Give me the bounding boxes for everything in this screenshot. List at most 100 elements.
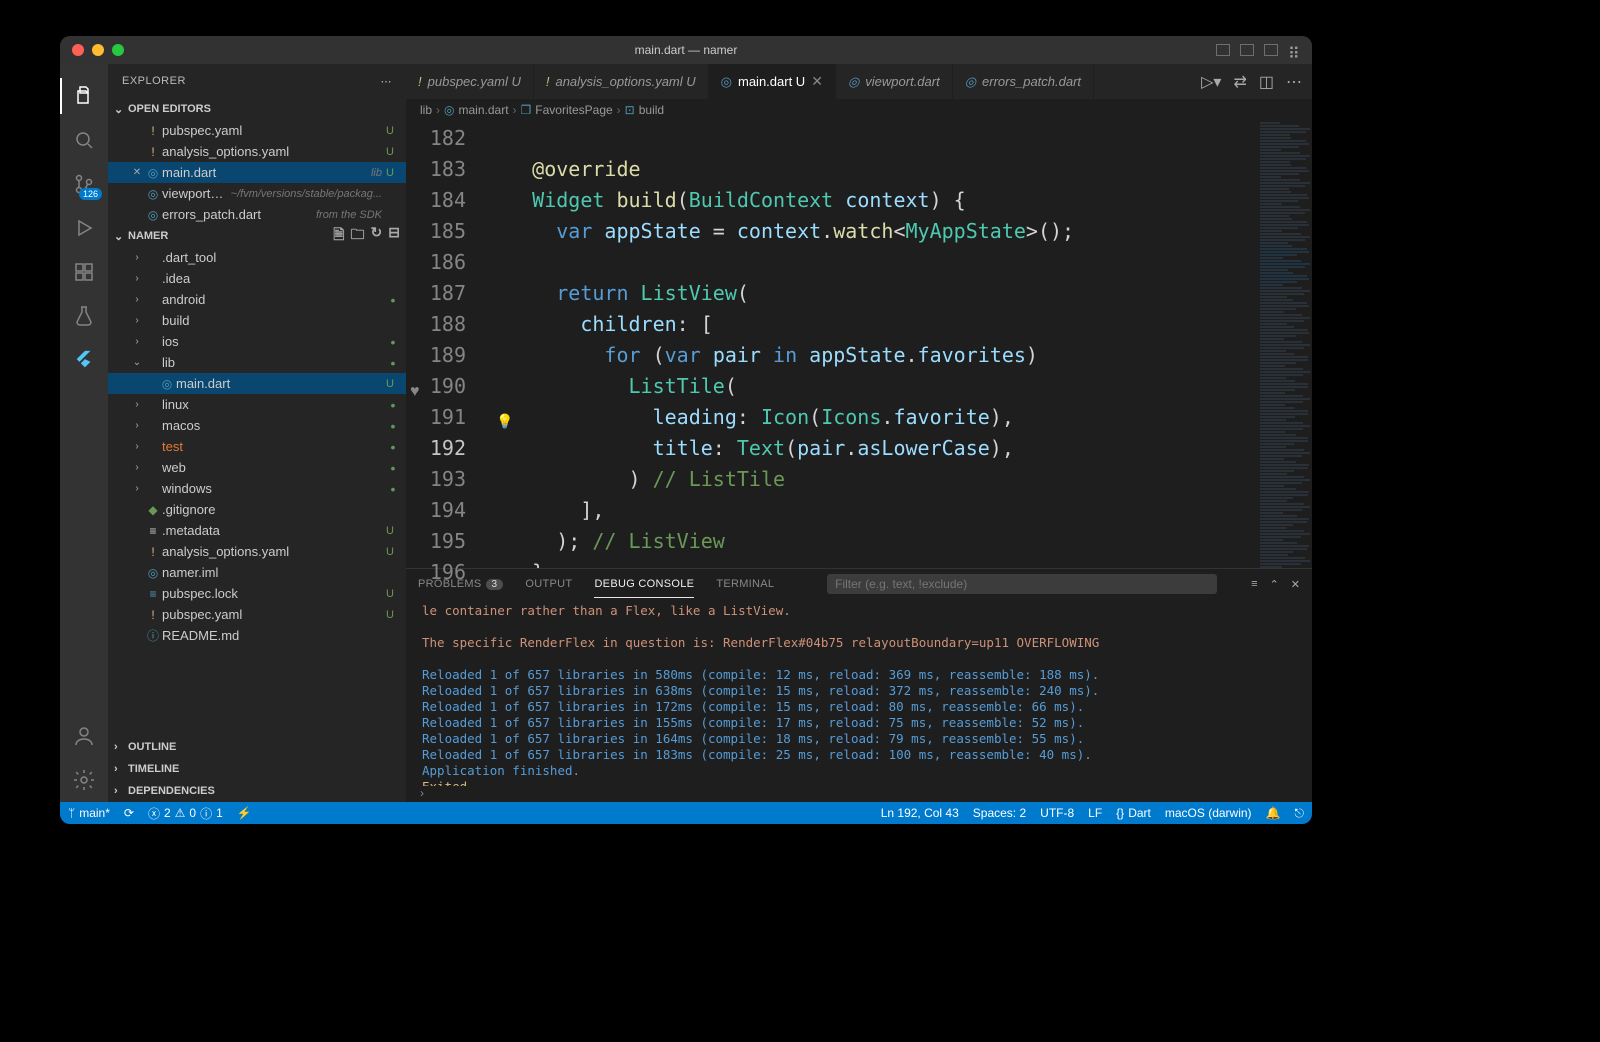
source-control-icon[interactable]: 126 [70,170,98,198]
layout-controls: ⠿ [1216,44,1302,56]
heart-gutter-icon[interactable]: ♥ [410,383,420,401]
activitybar: 126 [60,64,108,802]
open-editor-item[interactable]: ◎viewport.dart~/fvm/versions/stable/pack… [108,183,406,204]
tab-output[interactable]: OUTPUT [525,573,572,595]
tab-errors_patch-dart[interactable]: ◎errors_patch.dart [953,64,1094,99]
device-status[interactable]: macOS (darwin) [1165,806,1252,820]
file-item[interactable]: ≡pubspec.lockU [108,583,406,604]
debug-console-prompt[interactable]: › [406,786,1312,802]
toggle-panel-icon[interactable] [1240,44,1254,56]
folder-item[interactable]: ›web• [108,457,406,478]
tab-analysis_options-yaml[interactable]: !analysis_options.yaml U [534,64,709,99]
editor-more-icon[interactable]: ⋯ [1286,72,1302,92]
folder-item[interactable]: ›.idea [108,268,406,289]
notifications-icon[interactable]: 🔔 [1266,806,1281,820]
problems-status[interactable]: ⓧ 2 ⚠ 0 ⓘ 1 [148,805,223,822]
folder-item[interactable]: ›ios• [108,331,406,352]
tab-problems[interactable]: PROBLEMS3 [418,573,503,595]
breadcrumb-item[interactable]: FavoritesPage [535,103,612,117]
minimap[interactable] [1256,121,1312,568]
file-item[interactable]: !pubspec.yamlU [108,604,406,625]
split-editor-icon[interactable]: ◫ [1259,72,1274,92]
testing-icon[interactable] [70,302,98,330]
flutter-icon[interactable] [70,346,98,374]
scm-badge: 126 [79,188,102,200]
tabbar: !pubspec.yaml U!analysis_options.yaml U◎… [406,64,1312,99]
breadcrumb[interactable]: lib›◎main.dart›❐FavoritesPage›⊡build [406,99,1312,121]
branch-status[interactable]: ᛘ main* [68,806,110,820]
debug-devtools-icon[interactable]: ⇄ [1233,72,1246,92]
cursor-position[interactable]: Ln 192, Col 43 [881,806,959,820]
run-debug-icon[interactable] [70,214,98,242]
refresh-icon[interactable]: ↻ [371,224,383,248]
explorer-icon[interactable] [70,82,98,110]
tab-debug-console[interactable]: DEBUG CONSOLE [594,573,694,595]
folder-item[interactable]: ›linux• [108,394,406,415]
new-file-icon[interactable]: 🗎 [333,224,344,248]
open-editors-header[interactable]: ⌄OPEN EDITORS [108,98,406,120]
tab-terminal[interactable]: TERMINAL [716,573,774,595]
panel-maximize-icon[interactable]: ⌃ [1270,578,1279,591]
tab-viewport-dart[interactable]: ◎viewport.dart [836,64,953,99]
settings-gear-icon[interactable] [70,766,98,794]
folder-item[interactable]: ›android• [108,289,406,310]
dependencies-header[interactable]: ›DEPENDENCIES [108,780,406,802]
run-dropdown-icon[interactable]: ▷▾ [1201,72,1221,92]
panel-close-icon[interactable]: ✕ [1291,578,1300,591]
search-icon[interactable] [70,126,98,154]
sidebar-title: EXPLORER [122,75,186,87]
breadcrumb-item[interactable]: build [639,103,664,117]
folder-item[interactable]: ⌄lib• [108,352,406,373]
accounts-icon[interactable] [70,722,98,750]
panel-tabs: PROBLEMS3 OUTPUT DEBUG CONSOLE TERMINAL … [406,569,1312,599]
breadcrumb-item[interactable]: main.dart [459,103,509,117]
folder-item[interactable]: ›build [108,310,406,331]
file-item[interactable]: ⓘREADME.md [108,625,406,646]
folder-item[interactable]: ›macos• [108,415,406,436]
panel: PROBLEMS3 OUTPUT DEBUG CONSOLE TERMINAL … [406,568,1312,802]
file-item[interactable]: ◎main.dartU [108,373,406,394]
sidebar-more-icon[interactable]: ⋯ [381,75,393,88]
open-editor-item[interactable]: !analysis_options.yamlU [108,141,406,162]
flutter-hot-reload-icon[interactable]: ⚡ [237,806,252,820]
open-editor-item[interactable]: !pubspec.yamlU [108,120,406,141]
tab-main-dart[interactable]: ◎main.dart U✕ [709,64,836,99]
open-editor-item[interactable]: ✕◎main.dartlibU [108,162,406,183]
timeline-header[interactable]: ›TIMELINE [108,758,406,780]
toggle-secondary-sidebar-icon[interactable] [1264,44,1278,56]
sync-status[interactable]: ⟳ [124,806,134,820]
file-item[interactable]: ≡.metadataU [108,520,406,541]
statusbar: ᛘ main* ⟳ ⓧ 2 ⚠ 0 ⓘ 1 ⚡ Ln 192, Col 43 S… [60,802,1312,824]
folder-item[interactable]: ›windows• [108,478,406,499]
window: main.dart — namer ⠿ 126 EXPLORER ⋯ [60,36,1312,824]
file-item[interactable]: !analysis_options.yamlU [108,541,406,562]
outline-header[interactable]: ›OUTLINE [108,736,406,758]
clear-console-icon[interactable]: ≡ [1251,578,1257,591]
folder-item[interactable]: ›.dart_tool [108,247,406,268]
encoding-status[interactable]: UTF-8 [1040,806,1074,820]
code-content[interactable]: @override Widget build(BuildContext cont… [484,121,1256,568]
file-item[interactable]: ◎namer.iml [108,562,406,583]
folder-item[interactable]: ›test• [108,436,406,457]
debug-console-output[interactable]: le container rather than a Flex, like a … [406,599,1312,786]
eol-status[interactable]: LF [1088,806,1102,820]
new-folder-icon[interactable]: 🗀 [351,224,365,248]
extensions-icon[interactable] [70,258,98,286]
file-item[interactable]: ◆.gitignore [108,499,406,520]
feedback-icon[interactable]: ⎋ [1295,806,1305,821]
editor-area: !pubspec.yaml U!analysis_options.yaml U◎… [406,64,1312,802]
file-tree: ›.dart_tool›.idea›android•›build›ios•⌄li… [108,247,406,736]
indent-status[interactable]: Spaces: 2 [973,806,1026,820]
line-numbers: 1821831841851861871881891901911921931941… [428,121,484,568]
code-editor[interactable]: ♥ 💡 182183184185186187188189190191192193… [406,121,1312,568]
toggle-primary-sidebar-icon[interactable] [1216,44,1230,56]
language-mode[interactable]: {} Dart [1116,806,1151,820]
customize-layout-icon[interactable]: ⠿ [1288,44,1302,56]
tab-pubspec-yaml[interactable]: !pubspec.yaml U [406,64,534,99]
breadcrumb-item[interactable]: lib [420,103,432,117]
lightbulb-icon[interactable]: 💡 [496,413,513,430]
project-header[interactable]: ⌄NAMER 🗎 🗀 ↻ ⊟ [108,225,406,247]
collapse-all-icon[interactable]: ⊟ [388,224,400,248]
panel-filter-input[interactable] [827,574,1217,594]
open-editor-item[interactable]: ◎errors_patch.dartfrom the SDK [108,204,406,225]
